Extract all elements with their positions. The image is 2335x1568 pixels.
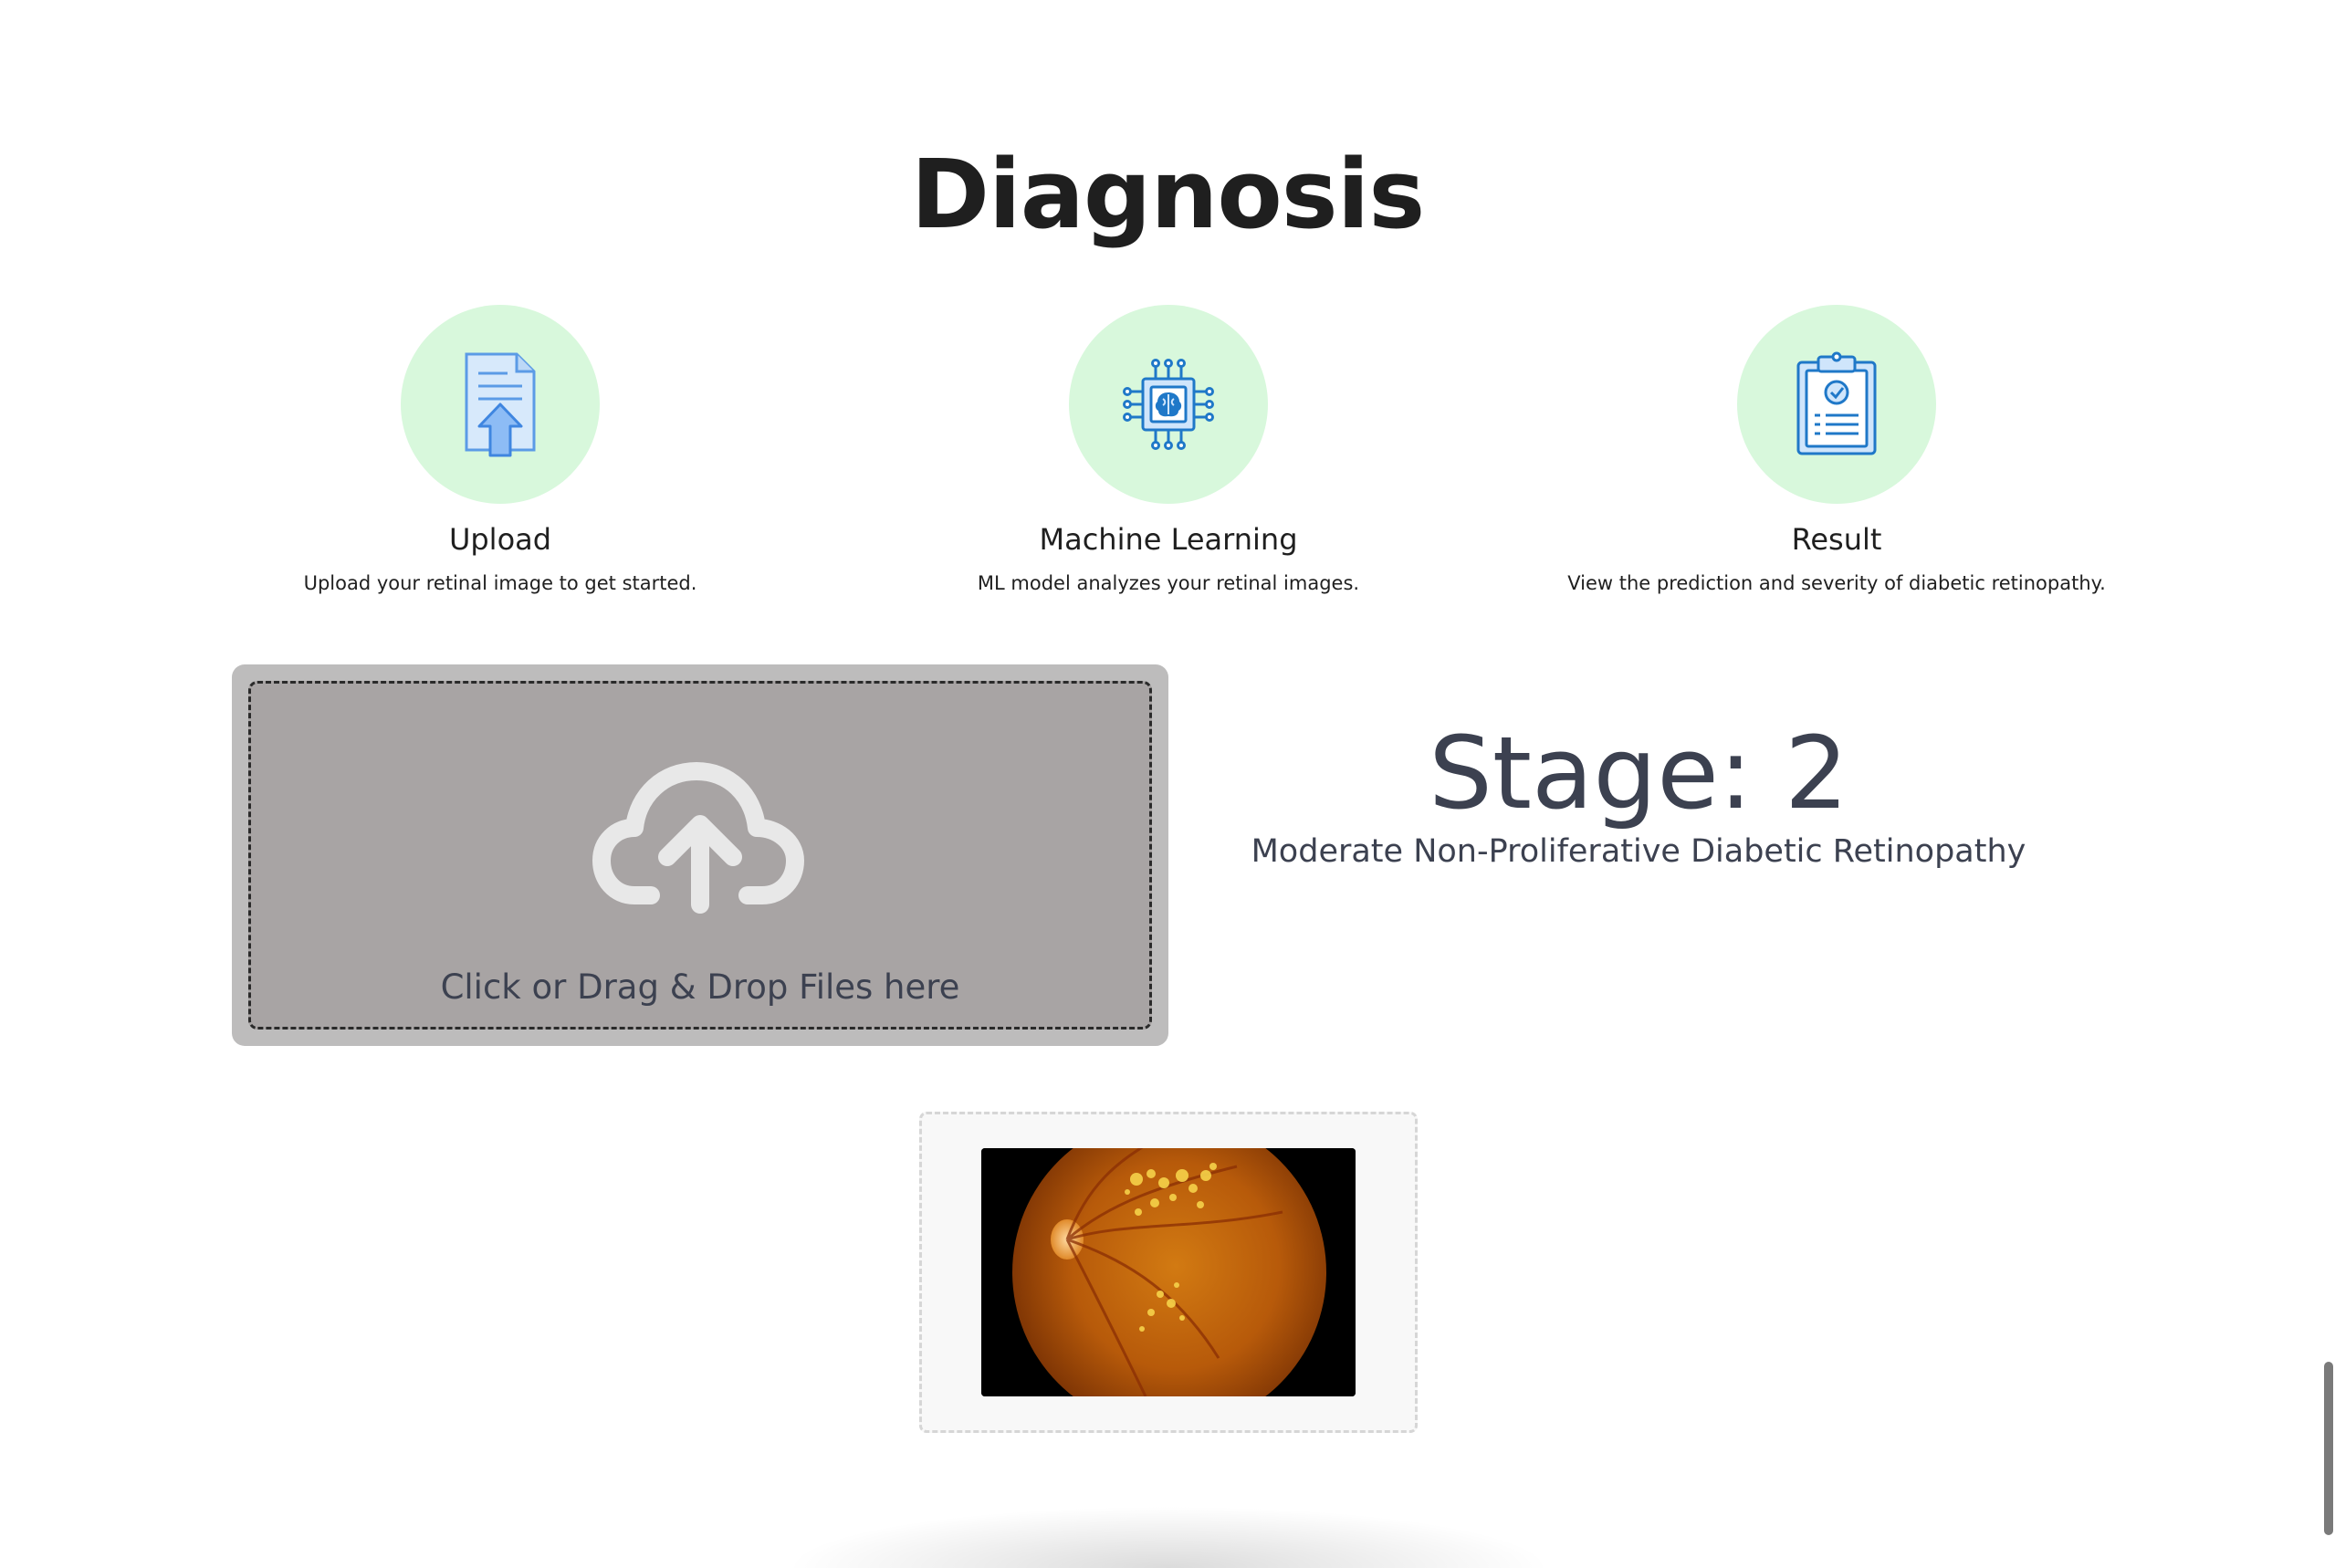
file-dropzone-area[interactable]: Click or Drag & Drop Files here xyxy=(248,681,1152,1030)
page-scrollbar-thumb[interactable] xyxy=(2324,1362,2333,1535)
bottom-card-shadow xyxy=(785,1506,1552,1568)
dropzone-label: Click or Drag & Drop Files here xyxy=(440,967,960,1007)
retina-fundus-image xyxy=(981,1148,1356,1396)
retinal-image-preview xyxy=(981,1148,1356,1396)
cloud-upload-icon xyxy=(592,762,804,914)
step-upload-description: Upload your retinal image to get started… xyxy=(303,572,697,594)
step-result-title: Result xyxy=(1791,522,1882,557)
step-machine-learning-description: ML model analyzes your retinal images. xyxy=(977,572,1360,594)
step-upload: Upload Upload your retinal image to get … xyxy=(153,305,847,597)
step-machine-learning: Machine Learning ML model analyzes your … xyxy=(822,305,1515,597)
result-stage: Stage: 2 xyxy=(1429,715,1848,831)
step-machine-learning-title: Machine Learning xyxy=(1039,522,1298,557)
step-result-circle xyxy=(1737,305,1936,504)
file-dropzone[interactable]: Click or Drag & Drop Files here xyxy=(232,664,1168,1046)
step-machine-learning-circle xyxy=(1069,305,1268,504)
ai-brain-chip-icon xyxy=(1123,359,1214,450)
document-upload-icon xyxy=(465,352,536,457)
page-scrollbar[interactable] xyxy=(2324,0,2335,1568)
step-result: Result View the prediction and severity … xyxy=(1490,305,2183,597)
page-title: Diagnosis xyxy=(910,139,1426,250)
result-description: Moderate Non-Proliferative Diabetic Reti… xyxy=(1251,833,2026,870)
clipboard-report-icon xyxy=(1796,351,1877,455)
step-result-description: View the prediction and severity of diab… xyxy=(1567,572,2106,594)
step-upload-title: Upload xyxy=(448,522,552,557)
step-upload-circle xyxy=(401,305,600,504)
